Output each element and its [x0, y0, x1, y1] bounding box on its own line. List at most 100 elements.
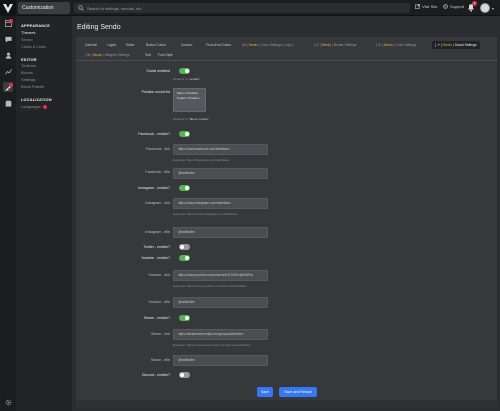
twitter-enabled-toggle[interactable] — [179, 244, 190, 250]
visit-site-link[interactable]: Visit Site — [415, 4, 438, 9]
tab-editor[interactable]: Editor — [123, 41, 138, 49]
sidebar-heading-localization: LOCALIZATION — [21, 97, 52, 102]
position-option-footer[interactable]: Footer / Position — [177, 96, 202, 101]
facebook-title-input[interactable]: @sebbkdev — [173, 168, 268, 179]
twitter-enabled-label: Twitter - enable? — [143, 245, 170, 249]
tab-bar: General Logos Editor Button Colors Custo… — [76, 37, 497, 61]
top-bar: Customization Visit Site Support 2 ▾ — [0, 0, 500, 16]
support-label: Support — [450, 4, 465, 9]
rail-store[interactable] — [3, 98, 13, 108]
sidebar-item-settings[interactable]: Settings — [21, 77, 35, 82]
youtube-title-label: Youtube - title — [148, 300, 170, 304]
app-window: Customization Visit Site Support 2 ▾ — [0, 0, 500, 411]
social-enabled-label: Social enabled — [146, 69, 170, 73]
discord-enabled-label: Discord - enable? — [141, 373, 170, 377]
instagram-link-label: Instagram - link — [145, 201, 170, 205]
save-and-reload-button[interactable]: Save and Reload — [279, 387, 317, 397]
logo-icon[interactable] — [0, 0, 16, 16]
facebook-enabled-label: Facebook - enable? — [138, 132, 170, 136]
icon-rail — [0, 16, 16, 411]
tab-front-end-colors[interactable]: Front-End Colors — [203, 41, 234, 49]
rail-badge — [9, 83, 13, 87]
support-icon — [443, 4, 448, 9]
sidebar-item-toolbars[interactable]: Toolbars — [21, 63, 36, 68]
gear-icon — [5, 399, 11, 405]
rail-comments[interactable] — [3, 34, 13, 44]
tab-color[interactable]: ( ⊟ | Sendo | Color Settings — [373, 41, 419, 49]
tab-border[interactable]: ( ⊡ | Sendo | Border Settings — [311, 41, 359, 49]
page-title: Editing Sendo — [77, 24, 121, 31]
user-icon — [5, 52, 11, 59]
sidebar-item-block-palette[interactable]: Block Palette — [21, 84, 44, 89]
store-icon — [4, 100, 12, 107]
tab-social[interactable]: ( ↗ | Sendo | Social Settings — [432, 41, 480, 49]
sidebar-heading-appearance: APPEARANCE — [21, 23, 51, 28]
steam-enabled-label: Steam - enable? — [143, 316, 170, 320]
rail-settings[interactable] — [3, 397, 13, 407]
app-title[interactable]: Customization — [18, 2, 70, 14]
tab-custom[interactable]: Custom — [178, 41, 195, 49]
sidebar: APPEARANCE Themes Sendo Clicks & Links E… — [16, 16, 72, 411]
search-input[interactable] — [87, 5, 387, 11]
steam-title-input[interactable]: @sebbkdev — [173, 355, 268, 366]
youtube-link-input[interactable]: https://www.youtube.com/channel/UCVbR1qi… — [173, 270, 268, 281]
steam-link-input[interactable]: https://steamcommunity.com/groups/sebbkd… — [173, 329, 268, 340]
instagram-enabled-toggle[interactable] — [179, 185, 190, 191]
tab-button-colors[interactable]: Button Colors — [143, 41, 169, 49]
instagram-enabled-label: Instagram - enable? — [138, 186, 170, 190]
youtube-link-label: Youtube - link — [148, 273, 170, 277]
save-button[interactable]: Save — [257, 387, 273, 397]
tab-widgets[interactable]: ( ⊞ | Sendo | Widgets Settings — [82, 51, 132, 59]
tab-font-style[interactable]: Font Style — [155, 51, 176, 59]
rail-stats[interactable] — [3, 66, 13, 76]
facebook-link-hint: Example: https://facebook.com/sebbkdev — [173, 158, 230, 162]
external-link-icon — [415, 4, 420, 9]
position-social-hint: Defaults to "Menu, Footer" — [173, 117, 210, 121]
instagram-link-input[interactable]: https://www.instagram.com/sebbkdev — [173, 198, 268, 209]
chart-icon — [4, 68, 12, 74]
sidebar-item-clicks-links[interactable]: Clicks & Links — [21, 44, 46, 49]
position-social-select[interactable]: Menu / Position Footer / Position — [173, 88, 206, 112]
discord-enabled-toggle[interactable] — [179, 372, 190, 378]
facebook-link-input[interactable]: https://www.facebook.com/sebbkdev — [173, 144, 268, 155]
steam-enabled-toggle[interactable] — [179, 315, 190, 321]
settings-panel: General Logos Editor Button Colors Custo… — [76, 37, 497, 408]
form-footer — [76, 400, 497, 408]
youtube-link-hint: Example: https://www.youtube.com/channel… — [173, 284, 247, 288]
instagram-link-hint: Example: https://www.instagram.com/sebbk… — [173, 212, 238, 216]
status-badge — [42, 104, 47, 109]
youtube-enabled-toggle[interactable] — [179, 255, 190, 261]
facebook-title-label: Facebook - title — [145, 170, 170, 174]
rail-badge — [9, 19, 13, 23]
visit-site-label: Visit Site — [422, 4, 438, 9]
search-box[interactable] — [74, 3, 410, 13]
tab-logos[interactable]: Logos — [104, 41, 119, 49]
tab-color-logo[interactable]: (⊕ | Sendo | Color Settings | Logo ) — [239, 41, 297, 49]
rail-users[interactable] — [3, 50, 13, 60]
sidebar-item-blocks[interactable]: Blocks — [21, 70, 33, 75]
main-content: Editing Sendo General Logos Editor Butto… — [72, 16, 500, 411]
social-enabled-hint: Defaults to "enable" — [173, 77, 201, 81]
social-enabled-toggle[interactable] — [179, 68, 190, 74]
instagram-title-label: Instagram - title — [145, 230, 170, 234]
comments-icon — [4, 36, 12, 43]
facebook-link-label: Facebook - link — [145, 147, 170, 151]
support-link[interactable]: Support — [443, 4, 464, 9]
tab-text[interactable]: Text — [142, 51, 154, 59]
steam-link-label: Steam - link — [151, 332, 170, 336]
facebook-enabled-toggle[interactable] — [179, 131, 190, 137]
youtube-enabled-label: Youtube - enable? — [140, 256, 170, 260]
sidebar-heading-editor: EDITOR — [21, 57, 37, 62]
instagram-title-input[interactable]: @sebbkdev — [173, 227, 268, 238]
search-icon — [78, 5, 84, 11]
tab-general[interactable]: General — [82, 41, 100, 49]
sidebar-item-languages[interactable]: Languages — [21, 104, 47, 109]
steam-link-hint: Example: https://steamcommunity.com/grou… — [173, 343, 251, 347]
sidebar-item-sendo[interactable]: Sendo — [21, 37, 33, 42]
sidebar-item-themes[interactable]: Themes — [21, 30, 35, 35]
notification-badge: 2 — [472, 1, 477, 6]
chevron-down-icon[interactable]: ▾ — [492, 6, 494, 11]
avatar[interactable] — [480, 3, 490, 13]
youtube-title-input[interactable]: @sebbkdev — [173, 297, 268, 308]
sidebar-item-label: Languages — [21, 104, 41, 109]
